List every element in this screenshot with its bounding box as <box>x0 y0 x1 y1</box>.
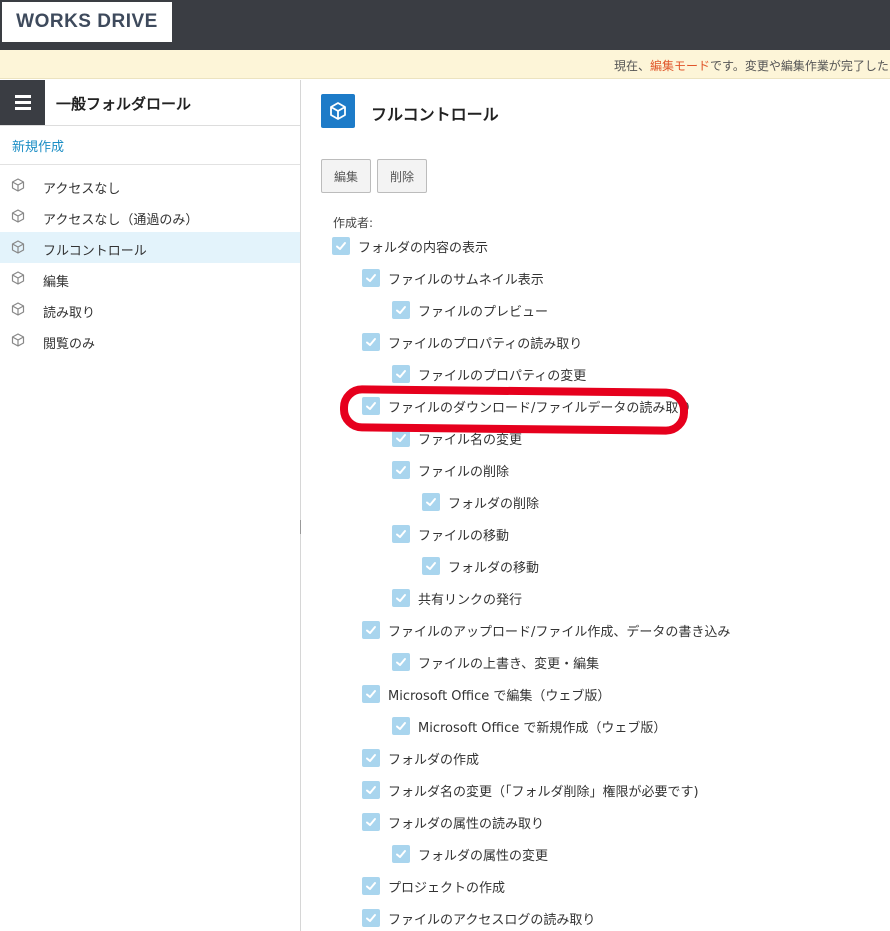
cube-icon <box>11 302 25 320</box>
permission-item: フォルダ名の変更（「フォルダ削除」権限が必要です) <box>362 780 699 800</box>
notice-prefix: 現在、 <box>614 59 651 73</box>
permission-checkbox[interactable] <box>362 781 380 799</box>
permission-item: フォルダの内容の表示 <box>332 236 488 256</box>
sidebar-item-role[interactable]: 閲覧のみ <box>0 325 300 356</box>
permission-checkbox[interactable] <box>392 717 410 735</box>
edit-mode-notice: 現在、編集モードです。変更や編集作業が完了した <box>0 50 890 79</box>
permission-label: 共有リンクの発行 <box>418 592 523 608</box>
sidebar-item-role[interactable]: 読み取り <box>0 294 300 325</box>
sidebar-item-label: 読み取り <box>43 306 96 321</box>
cube-icon <box>11 271 25 289</box>
cube-icon <box>11 240 25 258</box>
permission-checkbox[interactable] <box>392 525 410 543</box>
permission-label: Microsoft Office で新規作成（ウェブ版） <box>418 720 667 736</box>
permission-label: ファイルのプレビュー <box>418 304 549 320</box>
permission-checkbox[interactable] <box>392 653 410 671</box>
role-cube-icon <box>321 94 355 128</box>
permission-label: ファイルのアップロード/ファイル作成、データの書き込み <box>388 624 731 640</box>
permission-item: フォルダの作成 <box>362 748 479 768</box>
permission-checkbox[interactable] <box>422 493 440 511</box>
cube-icon <box>11 333 25 351</box>
permission-checkbox[interactable] <box>422 557 440 575</box>
role-detail-panel: フルコントロール 編集 削除 作成者: フォルダの内容の表示ファイルのサムネイル… <box>301 80 890 931</box>
permission-item: ファイルの削除 <box>392 460 509 480</box>
permission-item: プロジェクトの作成 <box>362 876 505 896</box>
permission-label: ファイルのアクセスログの読み取り <box>388 912 596 928</box>
red-highlight-annotation <box>339 385 689 435</box>
sidebar-item-role[interactable]: 編集 <box>0 263 300 294</box>
permission-checkbox[interactable] <box>362 909 380 927</box>
permission-label: フォルダの削除 <box>448 496 540 512</box>
sidebar-item-label: 編集 <box>43 275 70 290</box>
permission-label: フォルダの内容の表示 <box>358 240 489 256</box>
notice-suffix: です。変更や編集作業が完了した <box>710 59 889 73</box>
permission-label: フォルダの属性の変更 <box>418 848 549 864</box>
permission-item: ファイルのサムネイル表示 <box>362 268 544 288</box>
delete-button[interactable]: 削除 <box>377 159 427 193</box>
permission-item: フォルダの移動 <box>422 556 539 576</box>
permission-checkbox[interactable] <box>392 461 410 479</box>
sidebar-item-role[interactable]: アクセスなし <box>0 170 300 201</box>
permission-label: Microsoft Office で編集（ウェブ版） <box>388 688 611 704</box>
sidebar-item-role[interactable]: アクセスなし（通過のみ） <box>0 201 300 232</box>
cube-icon <box>11 178 25 196</box>
sidebar-item-label: 閲覧のみ <box>43 337 96 352</box>
permission-label: ファイルのプロパティの読み取り <box>388 336 583 352</box>
sidebar-item-role[interactable]: フルコントロール <box>0 232 300 263</box>
permission-item: フォルダの属性の読み取り <box>362 812 544 832</box>
creator-label: 作成者: <box>333 216 374 230</box>
permission-label: ファイルの移動 <box>418 528 510 544</box>
permission-item: ファイルの移動 <box>392 524 509 544</box>
permission-label: ファイルの削除 <box>418 464 510 480</box>
permission-checkbox[interactable] <box>392 301 410 319</box>
role-list: アクセスなしアクセスなし（通過のみ） フルコントロール 編集読み取り閲覧のみ <box>0 170 300 356</box>
permission-item: Microsoft Office で編集（ウェブ版） <box>362 684 610 704</box>
permission-label: ファイルの上書き、変更・編集 <box>418 656 600 672</box>
notice-mode: 編集モード <box>650 59 711 73</box>
cube-icon <box>11 209 25 227</box>
permission-label: ファイルのプロパティの変更 <box>418 368 587 384</box>
permission-item: ファイルのアップロード/ファイル作成、データの書き込み <box>362 620 730 640</box>
permission-checkbox[interactable] <box>392 365 410 383</box>
permission-item: ファイルのアクセスログの読み取り <box>362 908 595 928</box>
permission-item: Microsoft Office で新規作成（ウェブ版） <box>392 716 666 736</box>
permission-checkbox[interactable] <box>392 589 410 607</box>
permission-checkbox[interactable] <box>362 685 380 703</box>
new-role-link[interactable]: 新規作成 <box>12 136 64 155</box>
top-bar: WORKS DRIVE <box>0 0 890 50</box>
permission-item: ファイルのプロパティの読み取り <box>362 332 582 352</box>
permission-checkbox[interactable] <box>332 237 350 255</box>
permission-checkbox[interactable] <box>362 333 380 351</box>
permission-item: 共有リンクの発行 <box>392 588 522 608</box>
permission-checkbox[interactable] <box>362 813 380 831</box>
hamburger-icon <box>14 95 31 98</box>
permission-checkbox[interactable] <box>392 845 410 863</box>
sidebar-item-label: フルコントロール <box>43 244 147 259</box>
permission-item: ファイルのプロパティの変更 <box>392 364 586 384</box>
permission-label: フォルダの移動 <box>448 560 540 576</box>
sidebar-item-label: アクセスなし <box>43 182 121 197</box>
permission-checkbox[interactable] <box>362 269 380 287</box>
role-title: フルコントロール <box>371 105 499 124</box>
permission-checkbox[interactable] <box>362 621 380 639</box>
permission-checkbox[interactable] <box>362 749 380 767</box>
edit-button[interactable]: 編集 <box>321 159 371 193</box>
permission-item: フォルダの属性の変更 <box>392 844 548 864</box>
sidebar-divider <box>0 164 300 165</box>
permission-label: ファイルのサムネイル表示 <box>388 272 544 288</box>
permission-label: プロジェクトの作成 <box>388 880 506 896</box>
permission-label: フォルダの作成 <box>388 752 480 768</box>
permission-label: フォルダの属性の読み取り <box>388 816 545 832</box>
permission-item: ファイルの上書き、変更・編集 <box>392 652 599 672</box>
permission-label: フォルダ名の変更（「フォルダ削除」権限が必要です) <box>388 784 699 800</box>
sidebar-item-label: アクセスなし（通過のみ） <box>43 213 199 228</box>
app-logo[interactable]: WORKS DRIVE <box>2 2 172 42</box>
hamburger-menu-button[interactable] <box>0 80 45 125</box>
sidebar-header: 一般フォルダロール <box>0 80 300 126</box>
permission-checkbox[interactable] <box>362 877 380 895</box>
sidebar: 一般フォルダロール 新規作成 アクセスなしアクセスなし（通過のみ） フルコントロー… <box>0 80 301 931</box>
permission-item: ファイルのプレビュー <box>392 300 548 320</box>
sidebar-title: 一般フォルダロール <box>56 95 192 113</box>
permission-item: フォルダの削除 <box>422 492 539 512</box>
